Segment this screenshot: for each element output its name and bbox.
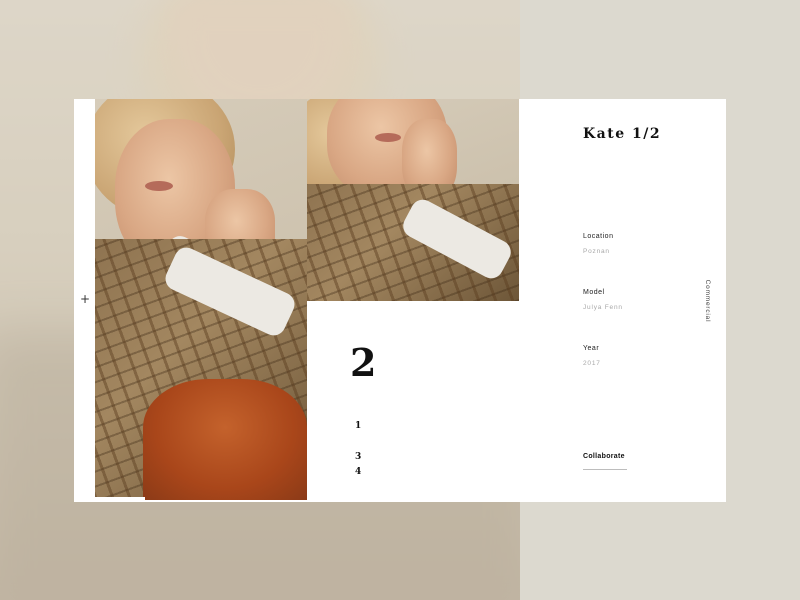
secondary-photo[interactable] <box>307 99 519 301</box>
slide-link-3[interactable]: 3 <box>355 452 361 462</box>
year-value: 2017 <box>583 360 601 367</box>
category-label: Commercial <box>704 279 711 323</box>
collaborate-underline <box>583 469 627 470</box>
model-value: Julya Fenn <box>583 304 623 311</box>
main-photo[interactable] <box>95 99 307 500</box>
location-value: Poznan <box>583 248 610 255</box>
year-label: Year <box>583 345 600 352</box>
photo-lips <box>145 181 173 191</box>
slide-link-1[interactable]: 1 <box>355 421 361 431</box>
plus-icon[interactable]: + <box>80 293 90 305</box>
current-slide-number: 2 <box>350 340 377 385</box>
project-title: Kate 1/2 <box>583 126 662 142</box>
slide-link-4[interactable]: 4 <box>355 467 361 477</box>
photo2-lips <box>375 133 401 142</box>
location-label: Location <box>583 233 614 240</box>
model-label: Model <box>583 289 605 296</box>
photo-fur <box>143 379 307 500</box>
collaborate-link[interactable]: Collaborate <box>583 453 625 460</box>
photo-edge <box>95 497 145 502</box>
